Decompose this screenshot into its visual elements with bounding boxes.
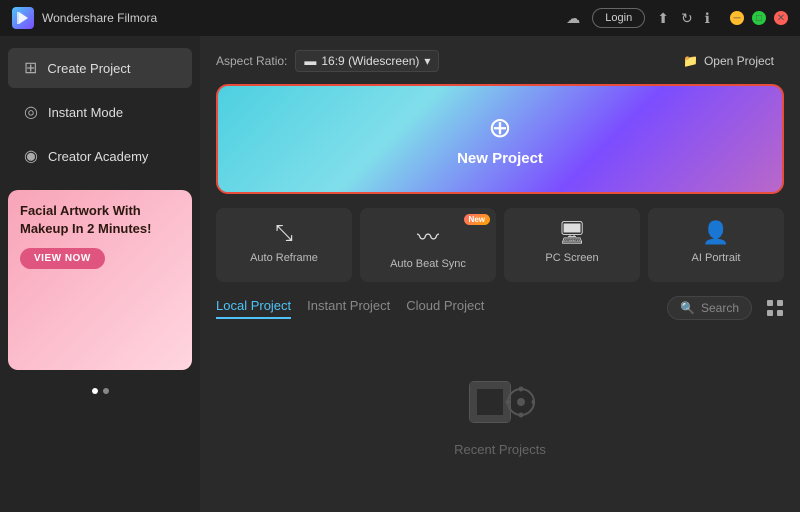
open-project-label: Open Project xyxy=(704,54,774,68)
view-toggle-button[interactable] xyxy=(766,299,784,317)
aspect-ratio-label: Aspect Ratio: xyxy=(216,54,287,68)
dot-1[interactable] xyxy=(92,388,98,394)
new-project-button[interactable]: ⊕ New Project xyxy=(216,84,784,194)
instant-mode-icon: ◎ xyxy=(24,102,38,122)
maximize-button[interactable]: □ xyxy=(752,11,766,25)
aspect-ratio-value: 16:9 (Widescreen) xyxy=(321,54,419,68)
upload-icon[interactable]: ⬆ xyxy=(657,10,669,27)
content-area: Aspect Ratio: ▬ 16:9 (Widescreen) ▾ 📁 Op… xyxy=(200,36,800,512)
ad-content: Facial Artwork With Makeup In 2 Minutes!… xyxy=(8,190,192,281)
sidebar-label-create-project: Create Project xyxy=(47,61,130,76)
feature-grid: ⤡ Auto Reframe New 〰 Auto Beat Sync 🖥 PC… xyxy=(216,208,784,282)
content-topbar: Aspect Ratio: ▬ 16:9 (Widescreen) ▾ 📁 Op… xyxy=(216,50,784,72)
open-project-button[interactable]: 📁 Open Project xyxy=(673,50,784,72)
auto-reframe-label: Auto Reframe xyxy=(250,252,318,264)
ai-portrait-icon: 👤 xyxy=(702,220,729,246)
sidebar-item-creator-academy[interactable]: ◉ Creator Academy xyxy=(8,136,192,176)
titlebar-right: ☁ Login ⬆ ↻ ℹ ─ □ ✕ xyxy=(566,8,788,28)
folder-icon: 📁 xyxy=(683,54,698,68)
login-button[interactable]: Login xyxy=(592,8,645,28)
creator-academy-icon: ◉ xyxy=(24,146,38,166)
new-project-plus-icon: ⊕ xyxy=(488,111,511,144)
tabs-left: Local Project Instant Project Cloud Proj… xyxy=(216,298,484,319)
new-badge: New xyxy=(464,214,490,225)
sidebar-item-create-project[interactable]: ⊞ Create Project xyxy=(8,48,192,88)
project-tabs: Local Project Instant Project Cloud Proj… xyxy=(216,296,784,320)
auto-beat-sync-icon: 〰 xyxy=(417,220,439,252)
feature-pc-screen[interactable]: 🖥 PC Screen xyxy=(504,208,640,282)
sidebar-label-creator-academy: Creator Academy xyxy=(48,149,148,164)
titlebar-left: Wondershare Filmora xyxy=(12,7,157,29)
dropdown-chevron-icon: ▾ xyxy=(424,54,430,68)
pc-screen-label: PC Screen xyxy=(545,252,598,264)
film-reel-icon xyxy=(465,372,535,432)
dot-2[interactable] xyxy=(103,388,109,394)
cloud-icon[interactable]: ☁ xyxy=(566,10,580,27)
sidebar: ⊞ Create Project ◎ Instant Mode ◉ Creato… xyxy=(0,36,200,512)
titlebar: Wondershare Filmora ☁ Login ⬆ ↻ ℹ ─ □ ✕ xyxy=(0,0,800,36)
search-placeholder: Search xyxy=(701,301,739,315)
app-title: Wondershare Filmora xyxy=(42,11,157,25)
ad-banner: Facial Artwork With Makeup In 2 Minutes!… xyxy=(8,190,192,370)
feature-ai-portrait[interactable]: 👤 AI Portrait xyxy=(648,208,784,282)
window-controls: ─ □ ✕ xyxy=(730,11,788,25)
sidebar-item-instant-mode[interactable]: ◎ Instant Mode xyxy=(8,92,192,132)
tab-cloud-project[interactable]: Cloud Project xyxy=(406,298,484,319)
ad-title: Facial Artwork With Makeup In 2 Minutes! xyxy=(20,202,180,238)
pc-screen-icon: 🖥 xyxy=(558,220,586,246)
app-logo xyxy=(12,7,34,29)
ad-carousel-dots xyxy=(0,382,200,400)
search-icon: 🔍 xyxy=(680,301,695,315)
empty-state: Recent Projects xyxy=(216,330,784,498)
aspect-ratio-dropdown[interactable]: ▬ 16:9 (Widescreen) ▾ xyxy=(295,50,439,72)
auto-beat-sync-label: Auto Beat Sync xyxy=(390,258,466,270)
create-project-icon: ⊞ xyxy=(24,58,37,78)
close-button[interactable]: ✕ xyxy=(774,11,788,25)
tab-local-project[interactable]: Local Project xyxy=(216,298,291,319)
feature-auto-reframe[interactable]: ⤡ Auto Reframe xyxy=(216,208,352,282)
aspect-ratio-control: Aspect Ratio: ▬ 16:9 (Widescreen) ▾ xyxy=(216,50,439,72)
ai-portrait-label: AI Portrait xyxy=(692,252,741,264)
screen-icon: ▬ xyxy=(304,54,316,68)
info-icon[interactable]: ℹ xyxy=(705,10,710,27)
tab-instant-project[interactable]: Instant Project xyxy=(307,298,390,319)
recent-projects-label: Recent Projects xyxy=(454,442,546,457)
main-layout: ⊞ Create Project ◎ Instant Mode ◉ Creato… xyxy=(0,36,800,512)
sidebar-label-instant-mode: Instant Mode xyxy=(48,105,123,120)
feature-auto-beat-sync[interactable]: New 〰 Auto Beat Sync xyxy=(360,208,496,282)
ad-cta-button[interactable]: VIEW NOW xyxy=(20,248,105,269)
search-box[interactable]: 🔍 Search xyxy=(667,296,752,320)
auto-reframe-icon: ⤡ xyxy=(275,220,293,246)
new-project-label: New Project xyxy=(457,150,543,167)
refresh-icon[interactable]: ↻ xyxy=(681,10,693,27)
minimize-button[interactable]: ─ xyxy=(730,11,744,25)
